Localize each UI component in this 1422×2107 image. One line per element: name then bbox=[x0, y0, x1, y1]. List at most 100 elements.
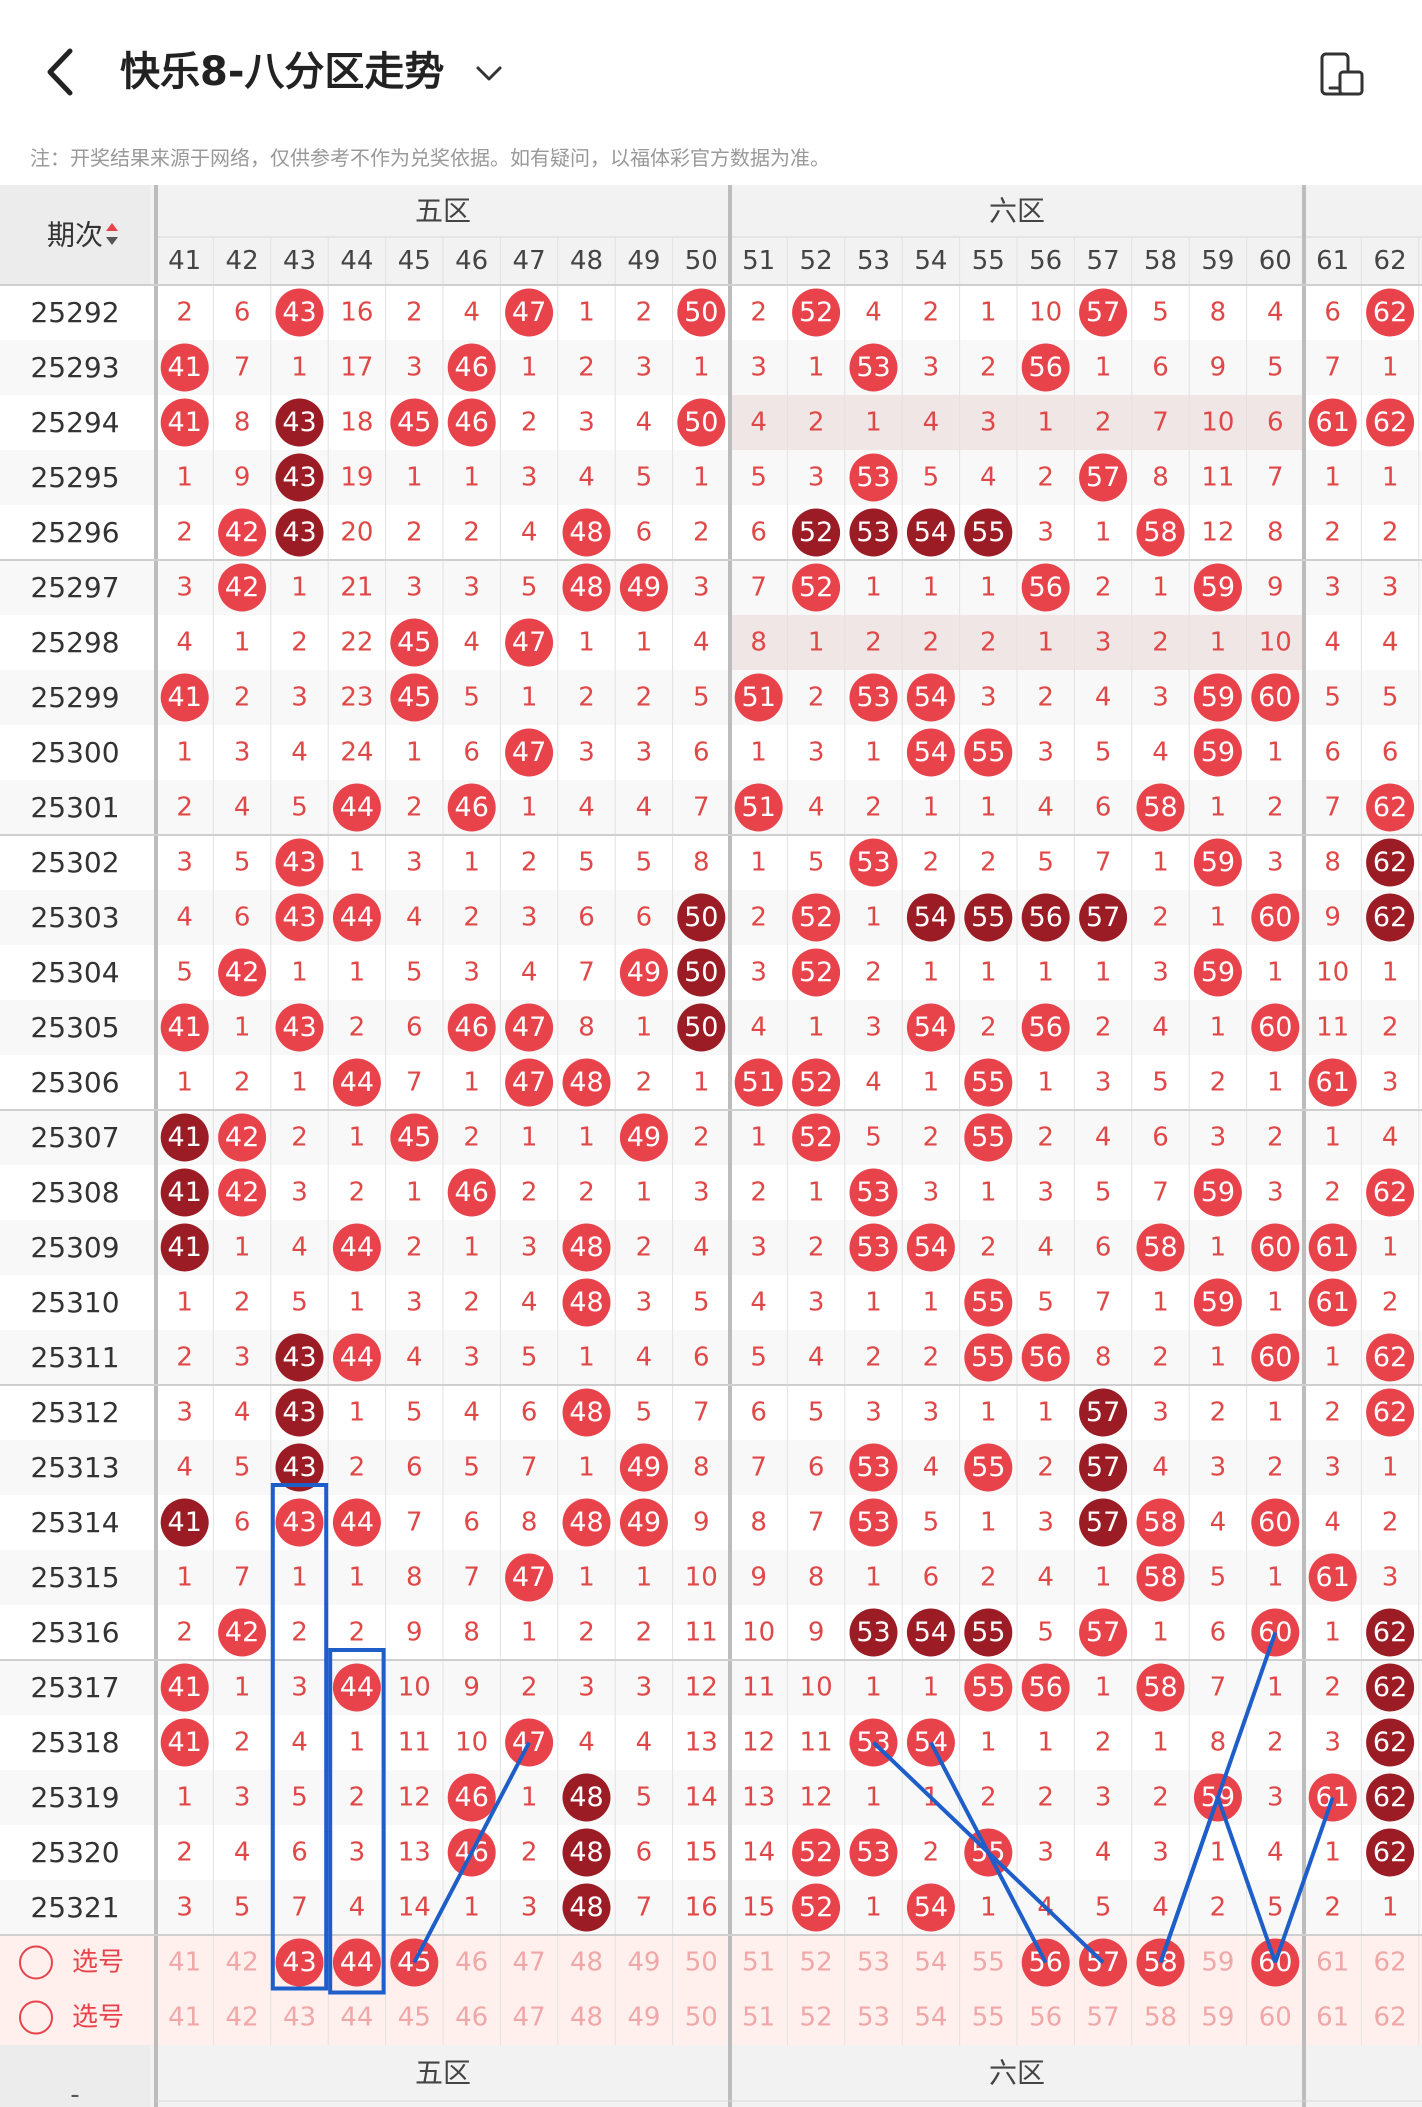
omit-count: 1 bbox=[349, 1288, 366, 1318]
back-arrow-icon[interactable] bbox=[40, 45, 84, 99]
omit-count: 1 bbox=[1210, 793, 1227, 823]
omit-count: 6 bbox=[693, 738, 710, 768]
rotate-screen-icon[interactable] bbox=[1318, 52, 1366, 96]
ball-number: 53 bbox=[856, 1507, 890, 1538]
ball-number: 59 bbox=[1201, 847, 1235, 878]
omit-count: 4 bbox=[750, 408, 767, 438]
period-cell: 25303 bbox=[30, 901, 119, 934]
omit-count: 5 bbox=[750, 463, 767, 493]
trend-table[interactable]: 期次 五区 六区 41 42 43 44 45 46 47 48 49 50 51 52 53 54 55 56 57… bbox=[0, 185, 1422, 2107]
omit-count: 5 bbox=[291, 793, 308, 823]
ball-number: 56 bbox=[1029, 1012, 1063, 1043]
omit-count: 1 bbox=[463, 1893, 480, 1923]
omit-count: 1 bbox=[1267, 1563, 1284, 1593]
omit-count: 3 bbox=[1037, 1178, 1054, 1208]
ball-number: 61 bbox=[1316, 407, 1350, 438]
ball-number: 55 bbox=[971, 1617, 1005, 1648]
omit-count: 1 bbox=[349, 1728, 366, 1758]
ball-number: 60 bbox=[1258, 682, 1292, 713]
select-number-55: 55 bbox=[972, 2003, 1005, 2033]
omit-count: 2 bbox=[1267, 1728, 1284, 1758]
omit-count: 1 bbox=[176, 463, 193, 493]
omit-count: 1 bbox=[234, 1673, 251, 1703]
select-label: 选号 bbox=[72, 2003, 124, 2033]
omit-count: 1 bbox=[1382, 1453, 1399, 1483]
omit-count: 4 bbox=[1267, 1838, 1284, 1868]
omit-count: 2 bbox=[1324, 1178, 1341, 1208]
omit-count: 3 bbox=[578, 738, 595, 768]
omit-count: 1 bbox=[578, 298, 595, 328]
ball-number: 58 bbox=[1143, 1672, 1177, 1703]
omit-count: 3 bbox=[234, 1783, 251, 1813]
omit-count: 2 bbox=[291, 628, 308, 658]
ball-number: 59 bbox=[1201, 682, 1235, 713]
select-number-61: 61 bbox=[1316, 2003, 1349, 2033]
omit-count: 2 bbox=[980, 1563, 997, 1593]
select-number-43: 43 bbox=[283, 2003, 316, 2033]
omit-count: 8 bbox=[578, 1013, 595, 1043]
chevron-down-icon[interactable] bbox=[474, 58, 504, 88]
period-cell: 25309 bbox=[30, 1231, 119, 1264]
ball-number: 50 bbox=[684, 902, 718, 933]
omit-count: 2 bbox=[865, 958, 882, 988]
omit-count: 6 bbox=[808, 1453, 825, 1483]
omit-count: 5 bbox=[1267, 353, 1284, 383]
omit-count: 20 bbox=[340, 518, 373, 548]
omit-count: 2 bbox=[406, 518, 423, 548]
omit-count: 7 bbox=[693, 793, 710, 823]
omit-count: 5 bbox=[176, 958, 193, 988]
omit-count: 4 bbox=[1324, 628, 1341, 658]
omit-count: 7 bbox=[1152, 408, 1169, 438]
ball-number: 56 bbox=[1029, 1342, 1063, 1373]
ball-number: 52 bbox=[799, 297, 833, 328]
omit-count: 16 bbox=[340, 298, 373, 328]
select-number-60: 60 bbox=[1259, 2003, 1292, 2033]
omit-count: 10 bbox=[1259, 628, 1292, 658]
select-number-62: 62 bbox=[1374, 1948, 1407, 1978]
omit-count: 2 bbox=[1267, 1453, 1284, 1483]
omit-count: 1 bbox=[176, 738, 193, 768]
omit-count: 11 bbox=[1316, 1013, 1349, 1043]
omit-count: 8 bbox=[693, 848, 710, 878]
omit-count: 2 bbox=[291, 1618, 308, 1648]
page-title[interactable]: 快乐8-八分区走势 bbox=[120, 44, 444, 100]
omit-count: 5 bbox=[693, 683, 710, 713]
omit-count: 4 bbox=[1152, 738, 1169, 768]
omit-count: 4 bbox=[176, 628, 193, 658]
ball-number: 48 bbox=[569, 1507, 603, 1538]
omit-count: 3 bbox=[1095, 1068, 1112, 1098]
omit-count: 1 bbox=[578, 1563, 595, 1593]
omit-count: 1 bbox=[1037, 1068, 1054, 1098]
omit-count: 8 bbox=[463, 1618, 480, 1648]
omit-count: 1 bbox=[865, 903, 882, 933]
select-number-53: 53 bbox=[857, 1948, 890, 1978]
column-header-52: 52 bbox=[800, 246, 833, 276]
omit-count: 8 bbox=[521, 1508, 538, 1538]
omit-count: 2 bbox=[463, 1123, 480, 1153]
ball-number: 44 bbox=[340, 1507, 374, 1538]
omit-count: 1 bbox=[1267, 1288, 1284, 1318]
omit-count: 2 bbox=[865, 793, 882, 823]
omit-count: 2 bbox=[463, 903, 480, 933]
omit-count: 2 bbox=[693, 1123, 710, 1153]
omit-count: 2 bbox=[291, 1123, 308, 1153]
omit-count: 4 bbox=[463, 298, 480, 328]
omit-count: 10 bbox=[1316, 958, 1349, 988]
ball-number: 56 bbox=[1029, 572, 1063, 603]
ball-number: 42 bbox=[225, 1122, 259, 1153]
omit-count: 4 bbox=[1152, 1453, 1169, 1483]
column-header-60: 60 bbox=[1259, 246, 1292, 276]
column-header-58: 58 bbox=[1144, 246, 1177, 276]
omit-count: 4 bbox=[234, 1398, 251, 1428]
ball-number: 41 bbox=[168, 1012, 202, 1043]
omit-count: 4 bbox=[750, 1288, 767, 1318]
select-number-48: 48 bbox=[570, 2003, 603, 2033]
ball-number: 47 bbox=[512, 1012, 546, 1043]
omit-count: 5 bbox=[1037, 1288, 1054, 1318]
omit-count: 1 bbox=[291, 353, 308, 383]
select-ball-number: 43 bbox=[282, 1947, 316, 1978]
omit-count: 9 bbox=[463, 1673, 480, 1703]
omit-count: 1 bbox=[521, 793, 538, 823]
omit-count: 4 bbox=[808, 793, 825, 823]
ball-number: 52 bbox=[799, 902, 833, 933]
